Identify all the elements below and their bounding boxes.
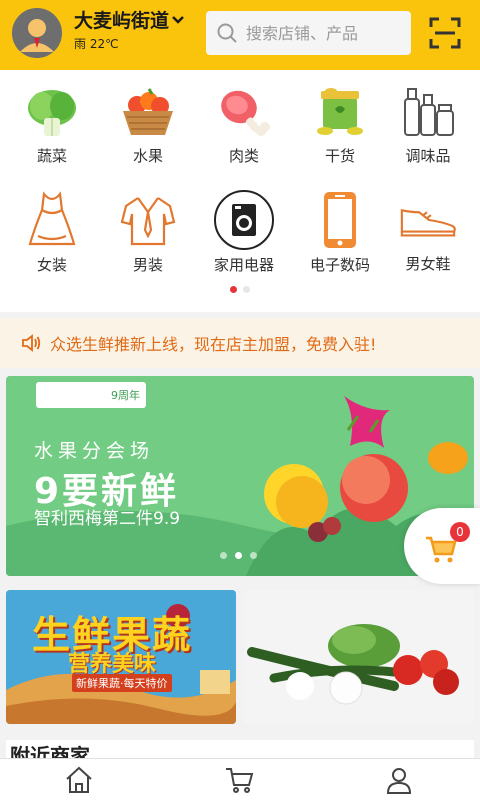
category-electronics[interactable]: 电子数码 (292, 178, 388, 274)
chevron-down-icon (172, 15, 184, 24)
phone-icon (310, 190, 370, 250)
vegetables-image (244, 590, 474, 724)
avatar-person-icon (12, 8, 62, 58)
category-label: 调味品 (405, 147, 451, 165)
banner-dot[interactable] (220, 552, 227, 559)
condiment-bottles-icon (398, 82, 458, 141)
announcement-text: 众选生鲜推新上线，现在店主加盟，免费入驻! (50, 335, 377, 354)
promo-left-tagline: 新鲜果蔬·每天特价 (72, 674, 172, 692)
category-label: 家用电器 (213, 256, 274, 274)
dress-icon (22, 190, 82, 250)
user-avatar[interactable] (12, 8, 62, 58)
location-name: 大麦屿街道 (74, 10, 170, 32)
top-header: 大麦屿街道 雨 22℃ (0, 0, 480, 70)
dry-goods-icon (310, 82, 370, 141)
category-pager (0, 286, 480, 293)
promo-card-fresh-produce[interactable]: 生鲜果蔬 营养美味 新鲜果蔬·每天特价 (6, 590, 236, 724)
lettuce-icon (22, 82, 82, 141)
pager-dot[interactable] (243, 286, 250, 293)
category-shoes[interactable]: 男女鞋 (380, 178, 476, 274)
category-label: 男女鞋 (405, 255, 451, 273)
category-mens-clothing[interactable]: 男装 (100, 178, 196, 274)
category-condiments[interactable]: 调味品 (380, 70, 476, 166)
category-grid: 蔬菜 水果 肉类 干货 调味品 女装 男装 家用电器 电子数码 男女鞋 (0, 70, 480, 312)
home-icon[interactable] (64, 765, 94, 795)
banner-dot[interactable] (250, 552, 257, 559)
category-label: 肉类 (228, 147, 259, 165)
category-label: 男装 (132, 256, 163, 274)
shoe-icon (398, 190, 458, 249)
anniversary-tag: 9周年 (36, 382, 146, 408)
banner-subline: 智利西梅第二件9.9 (34, 509, 181, 529)
banner-line1: 水果分会场 (34, 440, 155, 462)
bottom-navigation (0, 758, 480, 800)
cart-count-badge: 0 (450, 522, 470, 542)
cart-icon[interactable] (224, 765, 254, 795)
banner-pager (220, 552, 257, 559)
category-label: 女装 (36, 256, 67, 274)
category-label: 电子数码 (309, 256, 370, 274)
category-meat[interactable]: 肉类 (196, 70, 292, 166)
category-fruits[interactable]: 水果 (100, 70, 196, 166)
category-home-appliances[interactable]: 家用电器 (196, 178, 292, 274)
search-icon (217, 23, 237, 43)
announcement-bar[interactable]: 众选生鲜推新上线，现在店主加盟，免费入驻! (0, 318, 480, 368)
category-vegetables[interactable]: 蔬菜 (4, 70, 100, 166)
category-dry-goods[interactable]: 干货 (292, 70, 388, 166)
profile-icon[interactable] (384, 765, 414, 795)
meat-icon (214, 82, 274, 141)
banner-dot-active[interactable] (235, 552, 242, 559)
scan-icon[interactable] (428, 16, 462, 50)
pager-dot-active[interactable] (230, 286, 237, 293)
fruit-basket-icon (118, 82, 178, 141)
category-label: 水果 (132, 147, 163, 165)
promo-card-vegetables[interactable] (244, 590, 474, 724)
location-selector[interactable]: 大麦屿街道 雨 22℃ (74, 6, 185, 52)
search-input[interactable] (246, 23, 406, 43)
category-label: 干货 (324, 147, 355, 165)
category-womens-clothing[interactable]: 女装 (4, 178, 100, 274)
shirt-icon (118, 190, 178, 250)
floating-cart-button[interactable]: 0 (404, 508, 480, 584)
category-label: 蔬菜 (36, 147, 67, 165)
washing-machine-icon (214, 190, 274, 250)
speaker-icon (22, 334, 41, 352)
weather-text: 雨 22℃ (74, 37, 119, 51)
search-bar[interactable] (206, 11, 411, 55)
